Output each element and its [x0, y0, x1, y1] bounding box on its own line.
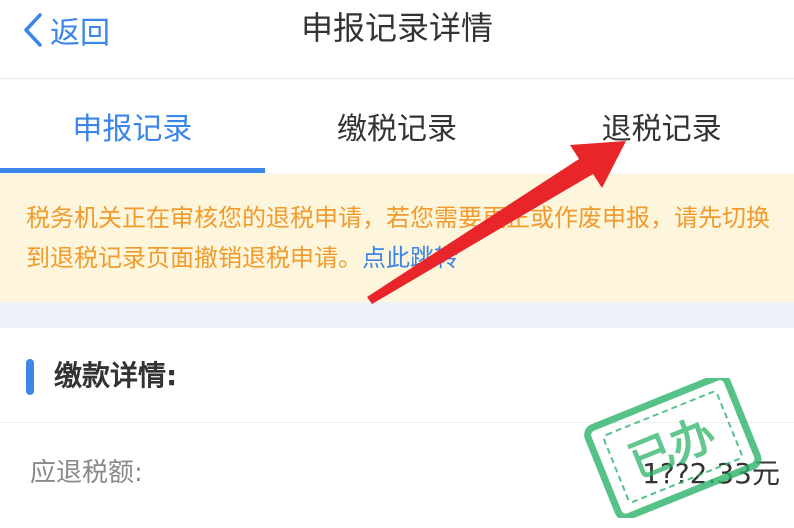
page-title: 申报记录详情 [300, 9, 493, 47]
notice-banner: 税务机关正在审核您的退税申请，若您需要更正或作废申报，请先切换到退税记录页面撤销… [0, 174, 794, 302]
nav-bar: 返回 申报记录详情 [0, 0, 794, 79]
tab-declaration-records[interactable]: 申报记录 [0, 79, 265, 173]
section-title: 缴款详情: [54, 359, 178, 392]
refund-amount-label: 应退税额: [30, 458, 143, 488]
tab-tax-refund-records[interactable]: 退税记录 [529, 79, 794, 173]
section-header: 缴款详情: [0, 328, 794, 423]
refund-amount-value: 1??2.33元 [642, 457, 780, 490]
notice-jump-link[interactable]: 点此跳转 [362, 244, 458, 272]
section-gap [0, 302, 794, 328]
payment-details-section: 缴款详情: 应退税额: 1??2.33元 [0, 328, 794, 528]
tab-bar: 申报记录 缴税记录 退税记录 [0, 79, 794, 173]
tab-tax-payment-records[interactable]: 缴税记录 [265, 79, 530, 173]
section-accent-bar [26, 359, 34, 395]
